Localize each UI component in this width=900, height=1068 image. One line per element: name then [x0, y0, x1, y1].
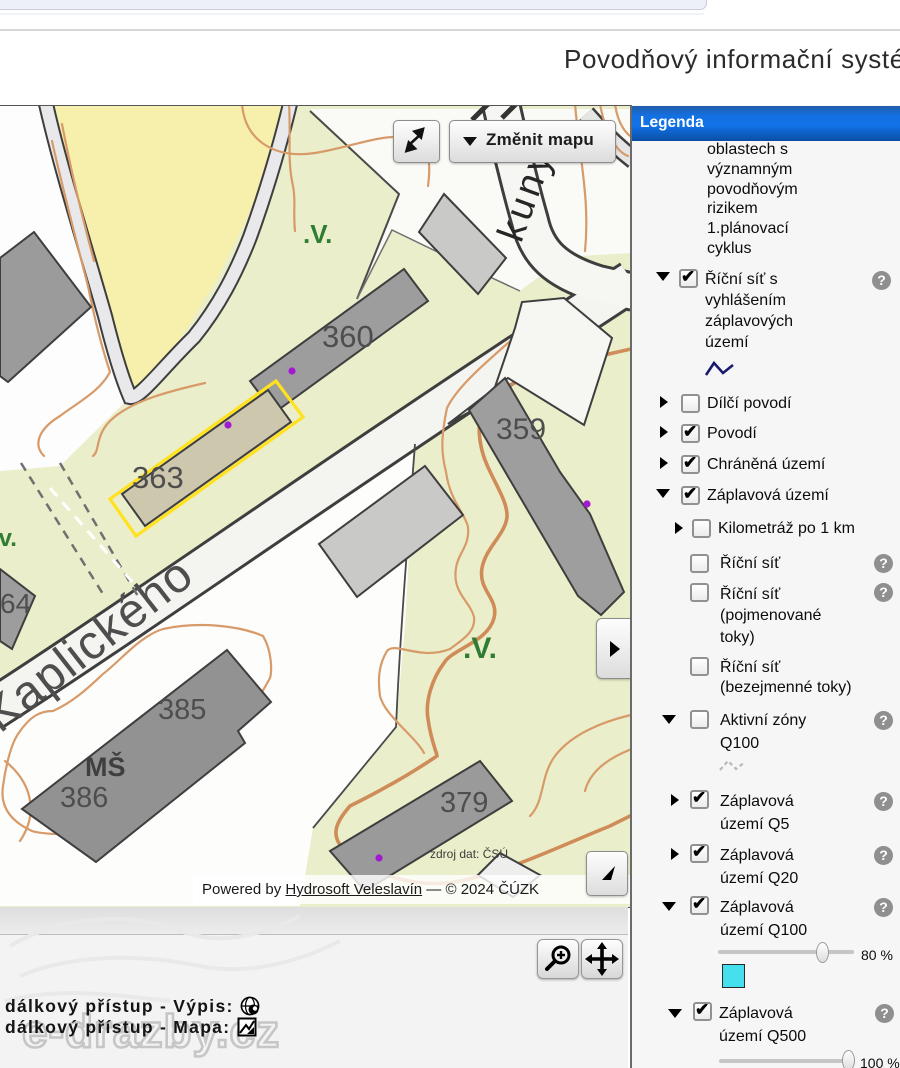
svg-text:64: 64 [0, 588, 31, 619]
svg-text:363: 363 [132, 460, 184, 495]
svg-text:.V.: .V. [303, 219, 332, 249]
svg-text:386: 386 [60, 782, 108, 814]
svg-text:.v.: .v. [0, 525, 17, 552]
svg-text:379: 379 [440, 787, 488, 819]
svg-text:385: 385 [158, 694, 206, 726]
svg-text:.V.: .V. [463, 632, 497, 665]
svg-text:360: 360 [322, 319, 374, 354]
svg-text:359: 359 [496, 413, 546, 446]
svg-text:MŠ: MŠ [85, 751, 126, 782]
